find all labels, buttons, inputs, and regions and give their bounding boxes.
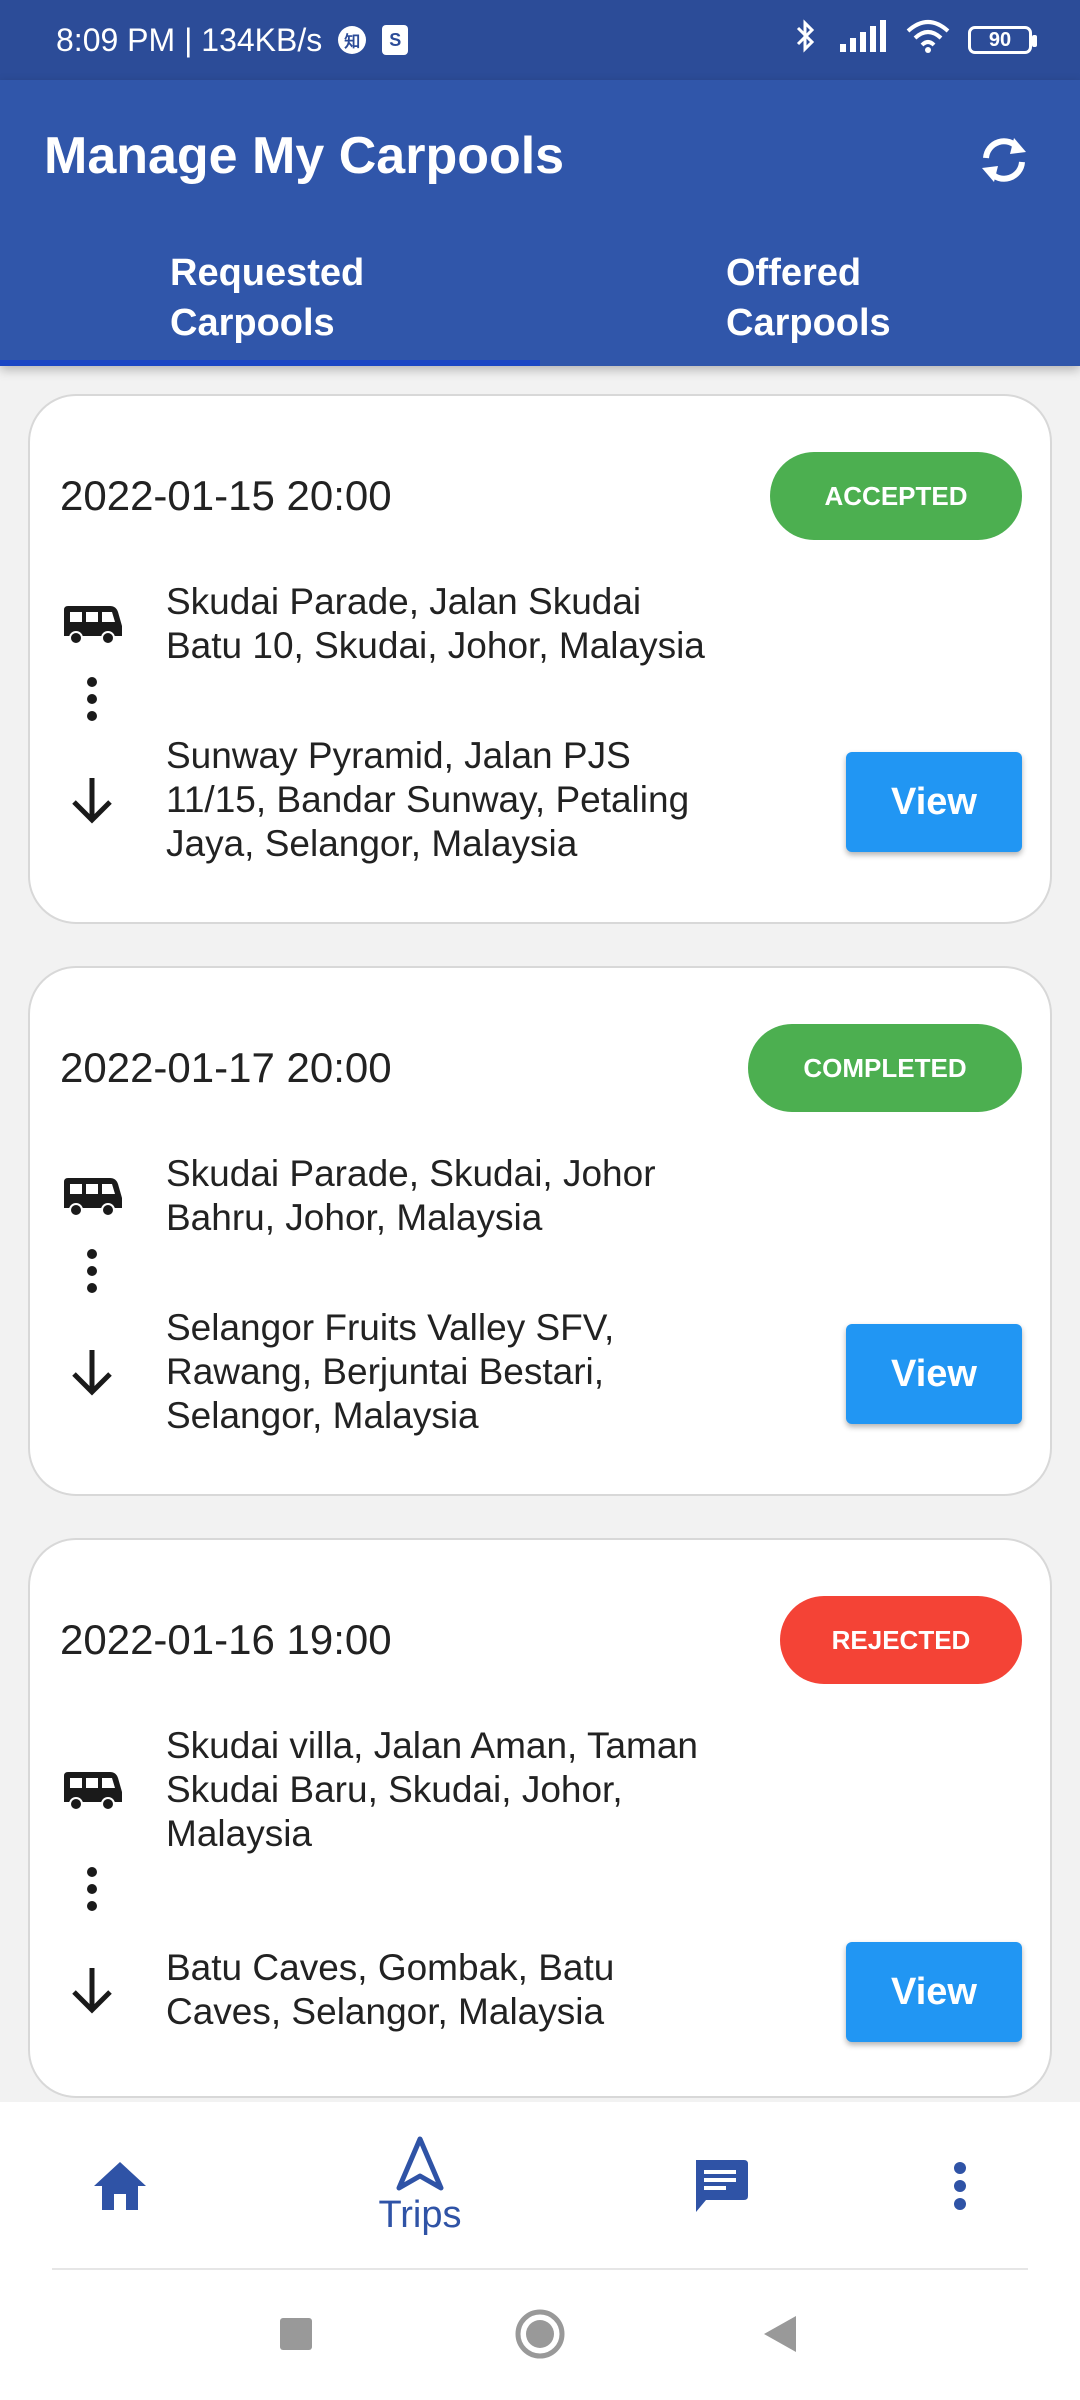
more-vert-icon xyxy=(954,2162,966,2210)
carpool-datetime: 2022-01-15 20:00 xyxy=(60,472,392,519)
tab-label-line2: Carpools xyxy=(726,302,891,344)
chat-icon xyxy=(696,2160,748,2212)
carpool-datetime: 2022-01-17 20:00 xyxy=(60,1044,392,1091)
view-button[interactable]: View xyxy=(846,1324,1022,1424)
more-vert-icon xyxy=(60,676,124,722)
signal-icon xyxy=(838,20,888,60)
origin-address: Skudai Parade, Jalan Skudai Batu 10, Sku… xyxy=(166,581,705,666)
status-time-speed: 8:09 PM | 134KB/s xyxy=(56,21,323,58)
tab-label-line1: Offered xyxy=(726,252,862,294)
navigation-arrow-icon xyxy=(396,2136,444,2190)
arrow-down-icon xyxy=(60,776,124,826)
nav-home[interactable] xyxy=(60,2102,180,2270)
arrow-down-icon xyxy=(60,1966,124,2016)
tab-label-line1: Requested xyxy=(170,252,365,294)
tab-requested-carpools[interactable]: Requested Carpools xyxy=(0,248,540,366)
more-vert-icon xyxy=(60,1866,124,1912)
van-icon xyxy=(60,1768,124,1812)
tab-offered-carpools[interactable]: Offered Carpools xyxy=(540,248,1080,366)
bluetooth-icon xyxy=(790,18,820,62)
refresh-button[interactable] xyxy=(964,120,1044,200)
view-button[interactable]: View xyxy=(846,752,1022,852)
van-icon xyxy=(60,1174,124,1218)
circle-icon xyxy=(515,2309,565,2359)
carpool-datetime: 2022-01-16 19:00 xyxy=(60,1616,392,1663)
carpool-card: 2022-01-15 20:00 ACCEPTED Skudai Parade,… xyxy=(28,394,1052,924)
tab-bar: Requested Carpools Offered Carpools xyxy=(0,248,1080,366)
origin-address: Skudai villa, Jalan Aman, Taman Skudai B… xyxy=(166,1725,699,1854)
back-button[interactable] xyxy=(762,2314,798,2359)
destination-address: Sunway Pyramid, Jalan PJS 11/15, Bandar … xyxy=(166,735,690,864)
arrow-down-icon xyxy=(60,1348,124,1398)
view-button[interactable]: View xyxy=(846,1942,1022,2042)
carpool-card: 2022-01-16 19:00 REJECTED Skudai villa, … xyxy=(28,1538,1052,2098)
status-badge: ACCEPTED xyxy=(770,452,1022,540)
destination-address: Selangor Fruits Valley SFV, Rawang, Berj… xyxy=(166,1307,615,1436)
system-nav-bar xyxy=(0,2270,1080,2400)
home-button[interactable] xyxy=(514,2308,566,2365)
shop-bag-icon: S xyxy=(382,25,409,55)
home-icon xyxy=(94,2162,146,2210)
nav-trips[interactable]: Trips xyxy=(340,2102,500,2270)
status-badge: REJECTED xyxy=(780,1596,1022,1684)
status-badge: COMPLETED xyxy=(748,1024,1022,1112)
wifi-icon xyxy=(906,19,950,61)
status-bar: 8:09 PM | 134KB/s 知 S 90 xyxy=(0,0,1080,80)
nav-trips-label: Trips xyxy=(378,2193,462,2236)
app-bar: Manage My Carpools Requested Carpools Of… xyxy=(0,80,1080,366)
origin-address: Skudai Parade, Skudai, Johor Bahru, Joho… xyxy=(166,1153,656,1238)
battery-icon: 90 xyxy=(968,26,1037,54)
nav-messages[interactable] xyxy=(660,2102,780,2270)
carpool-list: 2022-01-15 20:00 ACCEPTED Skudai Parade,… xyxy=(28,394,1052,2140)
triangle-back-icon xyxy=(764,2316,796,2352)
refresh-icon xyxy=(982,138,1026,182)
van-icon xyxy=(60,602,124,646)
tab-label-line2: Carpools xyxy=(170,302,335,344)
carpool-card: 2022-01-17 20:00 COMPLETED Skudai Parade… xyxy=(28,966,1052,1496)
destination-address: Batu Caves, Gombak, Batu Caves, Selangor… xyxy=(166,1947,615,2032)
nav-more[interactable] xyxy=(920,2102,1000,2270)
more-vert-icon xyxy=(60,1248,124,1294)
recent-apps-button[interactable] xyxy=(278,2316,314,2357)
zhihu-icon: 知 xyxy=(338,26,367,54)
page-title: Manage My Carpools xyxy=(44,127,565,185)
status-right: 90 xyxy=(790,18,1037,62)
square-icon xyxy=(280,2318,312,2350)
status-left: 8:09 PM | 134KB/s 知 S xyxy=(56,21,409,59)
bottom-nav: Trips xyxy=(0,2102,1080,2270)
